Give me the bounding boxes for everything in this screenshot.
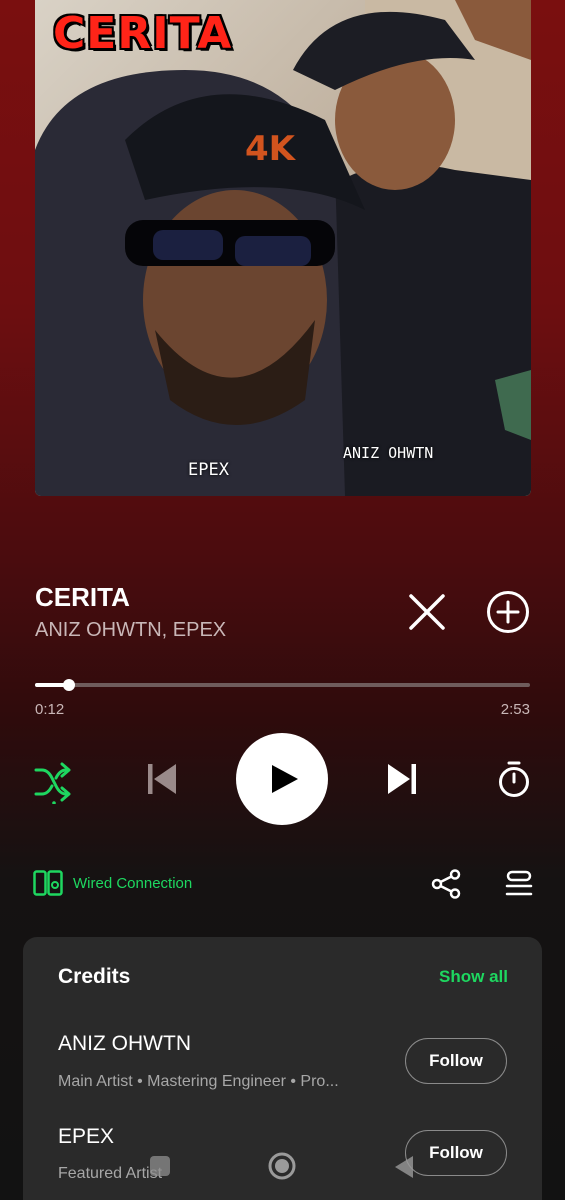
elapsed-time: 0:12 [35,701,65,718]
skip-next-icon [388,764,416,794]
credits-title: Credits [58,965,131,988]
credit-role: Main Artist • Mastering Engineer • Pro..… [58,1073,339,1090]
back-icon[interactable] [392,1154,416,1180]
recents-icon[interactable] [150,1156,170,1176]
add-to-library-button[interactable] [484,588,532,636]
add-circle-icon [487,591,529,633]
album-art: 4K CERITA EPEX ANIZ OHWTN [35,0,531,496]
album-art-caption-right: ANIZ OHWTN [343,444,434,462]
follow-button[interactable]: Follow [405,1038,507,1084]
close-icon [409,594,445,630]
progress-knob[interactable] [63,679,76,691]
device-picker[interactable]: Wired Connection [33,870,192,896]
progress-bar[interactable] [35,679,530,691]
queue-icon [505,870,533,896]
play-button[interactable] [236,733,328,825]
queue-button[interactable] [499,866,539,902]
credits-show-all-link[interactable]: Show all [439,967,508,987]
svg-text:4K: 4K [245,129,297,169]
credit-name[interactable]: ANIZ OHWTN [58,1032,191,1056]
shuffle-icon [34,762,71,804]
play-icon [272,765,298,793]
home-icon[interactable] [266,1150,298,1182]
share-icon [431,869,461,899]
album-art-caption-left: EPEX [188,460,229,480]
shuffle-button[interactable] [30,758,74,806]
connect-device-icon [33,870,63,896]
track-title[interactable]: CERITA [35,582,130,613]
track-artists[interactable]: ANIZ OHWTN, EPEX [35,619,226,642]
previous-button[interactable] [140,757,184,801]
sleep-timer-button[interactable] [492,757,536,801]
share-button[interactable] [426,866,466,902]
album-art-photo: 4K [35,0,531,496]
total-duration: 2:53 [500,701,530,718]
remove-button[interactable] [403,588,451,636]
device-label: Wired Connection [73,874,193,892]
skip-previous-icon [148,764,176,794]
sleep-timer-icon [499,761,529,797]
next-button[interactable] [380,757,424,801]
album-art-title: CERITA [53,8,233,59]
system-nav-bar [0,1140,565,1200]
